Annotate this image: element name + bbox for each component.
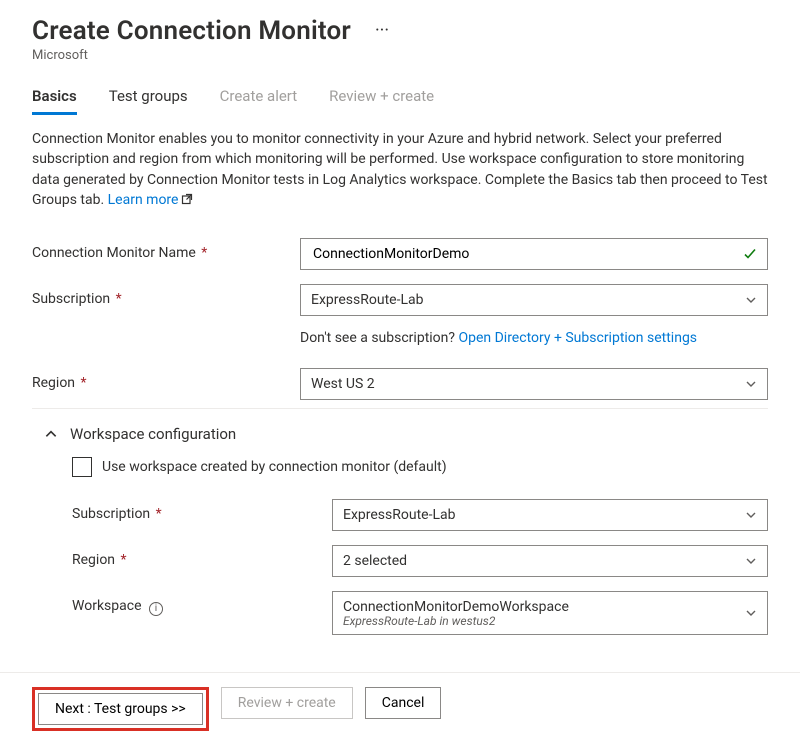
connection-monitor-name-input-wrapper: [300, 238, 768, 270]
tab-test-groups[interactable]: Test groups: [109, 81, 188, 115]
footer: Next : Test groups >> Review + create Ca…: [0, 672, 800, 747]
tab-review-create: Review + create: [329, 81, 434, 115]
required-asterisk: *: [198, 245, 208, 261]
row-ws-region: Region * 2 selected: [72, 545, 768, 577]
subscription-select[interactable]: ExpressRoute-Lab: [300, 284, 768, 316]
ws-region-value: 2 selected: [343, 553, 745, 569]
page-title: Create Connection Monitor: [32, 16, 351, 46]
region-value: West US 2: [311, 376, 745, 392]
workspace-config-body: Use workspace created by connection moni…: [32, 457, 768, 635]
label-ws-subscription: Subscription *: [72, 499, 332, 522]
row-ws-subscription: Subscription * ExpressRoute-Lab: [72, 499, 768, 531]
ws-workspace-select[interactable]: ConnectionMonitorDemoWorkspace ExpressRo…: [332, 591, 768, 635]
page-subtitle: Microsoft: [32, 48, 768, 63]
subscription-helper: Don't see a subscription? Open Directory…: [300, 330, 768, 346]
ws-subscription-select[interactable]: ExpressRoute-Lab: [332, 499, 768, 531]
chevron-up-icon: [44, 427, 58, 441]
ws-subscription-value: ExpressRoute-Lab: [343, 507, 745, 523]
workspace-config-title: Workspace configuration: [70, 425, 236, 443]
ws-workspace-sub: ExpressRoute-Lab in westus2: [343, 615, 745, 628]
open-directory-link[interactable]: Open Directory + Subscription settings: [458, 330, 697, 346]
row-connection-monitor-name: Connection Monitor Name *: [32, 238, 768, 270]
external-link-icon: [181, 193, 193, 205]
tabs: Basics Test groups Create alert Review +…: [32, 81, 768, 115]
ws-region-select[interactable]: 2 selected: [332, 545, 768, 577]
tab-create-alert: Create alert: [220, 81, 298, 115]
learn-more-link[interactable]: Learn more: [108, 192, 194, 208]
chevron-down-icon: [745, 607, 757, 619]
default-workspace-checkbox-row: Use workspace created by connection moni…: [72, 457, 768, 477]
info-icon[interactable]: i: [149, 602, 163, 616]
label-region: Region *: [32, 368, 300, 391]
chevron-down-icon: [745, 378, 757, 390]
label-ws-workspace: Workspace i: [72, 591, 332, 616]
review-create-button: Review + create: [221, 687, 353, 719]
more-actions-button[interactable]: ···: [369, 20, 395, 42]
intro-text: Connection Monitor enables you to monito…: [32, 129, 768, 210]
workspace-config-toggle[interactable]: Workspace configuration: [32, 425, 768, 443]
subscription-helper-text: Don't see a subscription?: [300, 330, 458, 346]
subscription-value: ExpressRoute-Lab: [311, 292, 745, 308]
cancel-button[interactable]: Cancel: [365, 687, 442, 719]
ws-workspace-value: ConnectionMonitorDemoWorkspace ExpressRo…: [343, 599, 745, 628]
region-select[interactable]: West US 2: [300, 368, 768, 400]
row-ws-workspace: Workspace i ConnectionMonitorDemoWorkspa…: [72, 591, 768, 635]
connection-monitor-name-input[interactable]: [311, 245, 743, 263]
label-ws-region: Region *: [72, 545, 332, 568]
chevron-down-icon: [745, 555, 757, 567]
default-workspace-checkbox[interactable]: [72, 457, 92, 477]
divider: [32, 408, 768, 409]
checkmark-icon: [743, 247, 757, 261]
chevron-down-icon: [745, 294, 757, 306]
label-subscription: Subscription *: [32, 284, 300, 307]
highlight-frame: Next : Test groups >>: [32, 687, 209, 731]
row-region: Region * West US 2: [32, 368, 768, 400]
next-test-groups-button[interactable]: Next : Test groups >>: [38, 693, 203, 725]
chevron-down-icon: [745, 509, 757, 521]
label-connection-monitor-name: Connection Monitor Name *: [32, 238, 300, 261]
page-header: Create Connection Monitor ··· Microsoft: [32, 16, 768, 63]
row-subscription: Subscription * ExpressRoute-Lab: [32, 284, 768, 316]
default-workspace-label: Use workspace created by connection moni…: [102, 459, 447, 475]
tab-basics[interactable]: Basics: [32, 81, 77, 115]
